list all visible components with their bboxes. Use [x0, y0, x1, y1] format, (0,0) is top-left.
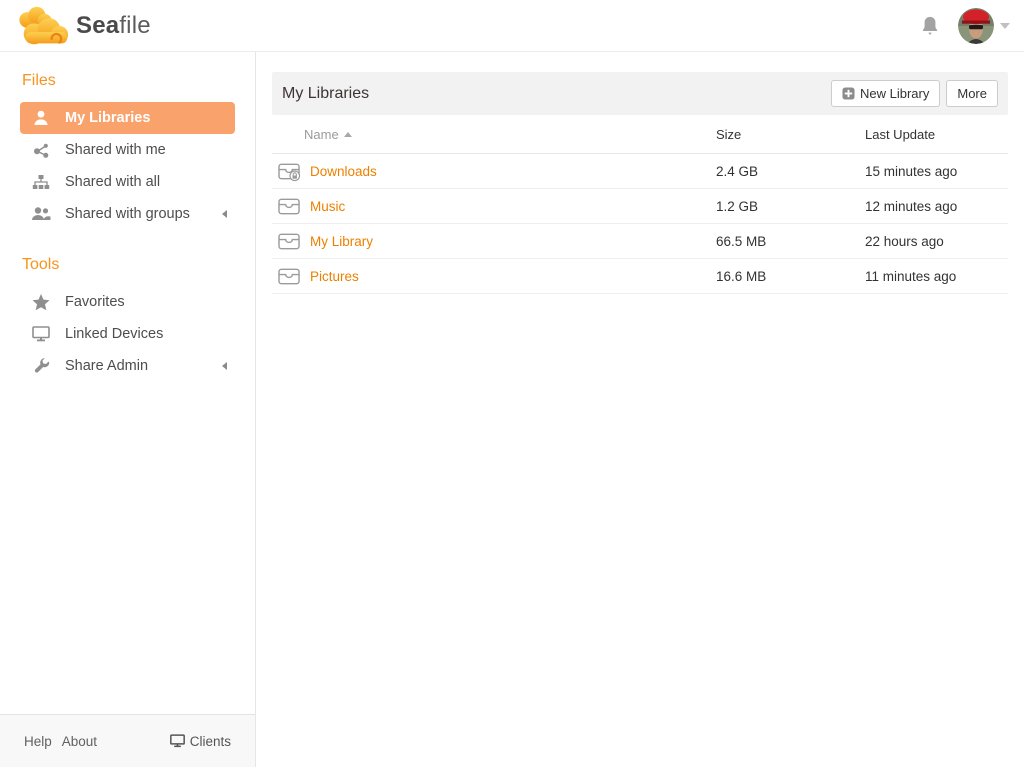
column-header-last-update: Last Update [865, 127, 1008, 142]
library-last-update: 22 hours ago [865, 234, 1008, 249]
share-icon [30, 140, 52, 160]
library-link[interactable]: Downloads [310, 164, 377, 179]
sidebar-item-label: Shared with me [65, 142, 166, 158]
library-icon [278, 266, 301, 287]
about-link[interactable]: About [62, 734, 97, 749]
library-last-update: 12 minutes ago [865, 199, 1008, 214]
library-link[interactable]: Music [310, 199, 345, 214]
sidebar-footer: Help About Clients [0, 714, 255, 767]
sidebar-item-favorites[interactable]: Favorites [20, 286, 235, 318]
clients-label: Clients [190, 734, 231, 749]
sort-ascending-icon [344, 132, 352, 137]
library-size: 2.4 GB [716, 164, 865, 179]
library-size: 66.5 MB [716, 234, 865, 249]
sidebar-item-label: My Libraries [65, 110, 150, 126]
library-link[interactable]: My Library [310, 234, 373, 249]
clients-link[interactable]: Clients [170, 734, 231, 749]
sidebar-item-label: Shared with all [65, 174, 160, 190]
library-icon [278, 231, 301, 252]
sidebar: Files My Libraries Shared with me [0, 52, 256, 767]
library-icon [278, 196, 301, 217]
column-header-size: Size [716, 127, 865, 142]
table-row[interactable]: Music 1.2 GB 12 minutes ago [272, 189, 1008, 224]
organization-icon [30, 172, 52, 192]
table-row[interactable]: My Library 66.5 MB 22 hours ago [272, 224, 1008, 259]
column-header-name: Name [304, 127, 339, 142]
table-header: Name Size Last Update [272, 115, 1008, 154]
sidebar-heading-tools: Tools [22, 256, 255, 274]
chevron-down-icon[interactable] [1000, 23, 1010, 29]
sidebar-item-share-admin[interactable]: Share Admin [20, 350, 235, 382]
sidebar-item-shared-with-me[interactable]: Shared with me [20, 134, 235, 166]
users-icon [30, 204, 52, 224]
libraries-table: Name Size Last Update D [272, 115, 1008, 294]
sidebar-item-shared-with-groups[interactable]: Shared with groups [20, 198, 235, 230]
monitor-icon [30, 324, 52, 344]
star-icon [30, 292, 52, 312]
monitor-icon [170, 734, 185, 748]
seafile-logo[interactable]: Seafile [14, 6, 151, 46]
library-size: 16.6 MB [716, 269, 865, 284]
library-encrypted-icon [278, 161, 301, 182]
table-row[interactable]: Downloads 2.4 GB 15 minutes ago [272, 154, 1008, 189]
sidebar-item-shared-with-all[interactable]: Shared with all [20, 166, 235, 198]
help-link[interactable]: Help [24, 734, 52, 749]
library-link[interactable]: Pictures [310, 269, 359, 284]
library-last-update: 11 minutes ago [865, 269, 1008, 284]
sidebar-item-label: Share Admin [65, 358, 148, 374]
library-size: 1.2 GB [716, 199, 865, 214]
wrench-icon [30, 356, 52, 376]
logo-text: Seafile [76, 12, 151, 40]
sidebar-item-linked-devices[interactable]: Linked Devices [20, 318, 235, 350]
sidebar-item-label: Favorites [65, 294, 125, 310]
page-title: My Libraries [282, 85, 369, 103]
sidebar-item-label: Linked Devices [65, 326, 163, 342]
main-panel: My Libraries New Library More Name [256, 52, 1024, 767]
library-last-update: 15 minutes ago [865, 164, 1008, 179]
notifications-bell-icon[interactable] [920, 15, 940, 37]
sidebar-item-label: Shared with groups [65, 206, 190, 222]
plus-icon [842, 87, 855, 100]
new-library-label: New Library [860, 86, 929, 101]
sidebar-item-my-libraries[interactable]: My Libraries [20, 102, 235, 134]
account-menu[interactable] [958, 8, 1010, 44]
avatar[interactable] [958, 8, 994, 44]
main-header: My Libraries New Library More [272, 72, 1008, 115]
topbar: Seafile [0, 0, 1024, 52]
cloud-logo-icon [14, 6, 70, 46]
user-icon [30, 108, 52, 128]
sidebar-heading-files: Files [22, 72, 255, 90]
table-row[interactable]: Pictures 16.6 MB 11 minutes ago [272, 259, 1008, 294]
collapse-triangle-icon [222, 362, 227, 370]
new-library-button[interactable]: New Library [831, 80, 940, 107]
collapse-triangle-icon [222, 210, 227, 218]
sort-by-name[interactable]: Name [304, 127, 352, 142]
more-button[interactable]: More [946, 80, 998, 107]
